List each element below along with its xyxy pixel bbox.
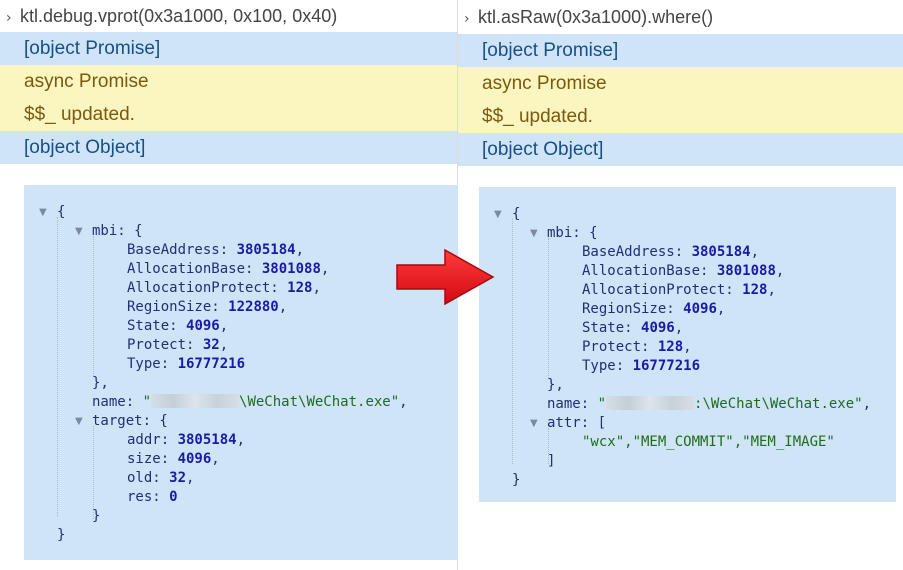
command-line[interactable]: › ktl.asRaw(0x3a1000).where(): [458, 0, 903, 34]
redacted-path: [606, 396, 695, 410]
attr-key[interactable]: attr: [: [547, 414, 606, 433]
output-line-updated: $$_ updated.: [0, 98, 457, 131]
red-right-arrow-icon: [396, 248, 495, 306]
brace-open: {: [57, 204, 66, 220]
brace-close: }: [57, 527, 66, 543]
command-text: ktl.asRaw(0x3a1000).where(): [478, 7, 714, 27]
prop-allocationbase: AllocationBase: 3801088,: [582, 263, 785, 279]
prop-name: name: " \WeChat\WeChat.exe",: [92, 394, 408, 410]
prop-baseaddress: BaseAddress: 3805184,: [127, 242, 305, 258]
prop-regionsize: RegionSize: 4096,: [582, 301, 726, 317]
prop-type: Type: 16777216: [582, 358, 701, 374]
prop-type: Type: 16777216: [127, 356, 246, 372]
output-line-async: async Promise: [0, 65, 457, 98]
redacted-path: [151, 394, 240, 408]
prop-state: State: 4096,: [582, 320, 684, 336]
prop-allocationbase: AllocationBase: 3801088,: [127, 261, 330, 277]
brace-close: }: [512, 472, 521, 488]
prop-protect: Protect: 32,: [127, 337, 229, 353]
tree-guide: [57, 217, 58, 517]
right-console-panel: › ktl.asRaw(0x3a1000).where() [object Pro…: [458, 0, 903, 520]
prop-baseaddress: BaseAddress: 3805184,: [582, 244, 760, 260]
mbi-key[interactable]: mbi: {: [92, 222, 143, 241]
output-line-promise: [object Promise]: [0, 32, 457, 65]
brace-close: }: [92, 508, 101, 524]
prop-res: res: 0: [127, 489, 178, 505]
prop-old: old: 32,: [127, 470, 195, 486]
output-line-updated: $$_ updated.: [458, 100, 903, 133]
output-line-object: [object Object]: [458, 133, 903, 166]
prop-addr: addr: 3805184,: [127, 432, 246, 448]
chevron-right-icon: ›: [6, 10, 12, 26]
chevron-right-icon: ›: [464, 11, 470, 27]
prop-state: State: 4096,: [127, 318, 229, 334]
prop-protect: Protect: 128,: [582, 339, 692, 355]
tree-guide: [548, 238, 549, 378]
tree-guide: [512, 219, 513, 464]
triangle-down-icon[interactable]: ▼: [494, 205, 502, 224]
attr-values: "wcx","MEM_COMMIT","MEM_IMAGE": [582, 434, 835, 450]
output-line-promise: [object Promise]: [458, 34, 903, 67]
output-line-async: async Promise: [458, 67, 903, 100]
triangle-down-icon[interactable]: ▼: [75, 222, 83, 241]
bracket-close: ]: [547, 453, 556, 469]
prop-regionsize: RegionSize: 122880,: [127, 299, 288, 315]
left-console-panel: › ktl.debug.vprot(0x3a1000, 0x100, 0x40) …: [0, 0, 458, 570]
brace-close: },: [547, 377, 564, 393]
mbi-key[interactable]: mbi: {: [547, 224, 598, 243]
command-line[interactable]: › ktl.debug.vprot(0x3a1000, 0x100, 0x40): [0, 0, 457, 32]
brace-close: },: [92, 375, 109, 391]
triangle-down-icon[interactable]: ▼: [530, 414, 538, 433]
output-line-object: [object Object]: [0, 131, 457, 164]
prop-allocationprotect: AllocationProtect: 128,: [127, 280, 321, 296]
object-inspector: ▼ { ▼ mbi: { BaseAddress: 3805184, Alloc…: [24, 185, 458, 560]
target-key[interactable]: target: {: [92, 412, 168, 431]
object-inspector: ▼ { ▼ mbi: { BaseAddress: 3805184, Alloc…: [479, 187, 896, 502]
prop-size: size: 4096,: [127, 451, 220, 467]
tree-guide: [93, 426, 94, 519]
prop-name: name: ":\WeChat\WeChat.exe",: [547, 396, 872, 412]
command-text: ktl.debug.vprot(0x3a1000, 0x100, 0x40): [20, 6, 338, 26]
triangle-down-icon[interactable]: ▼: [75, 412, 83, 431]
brace-open: {: [512, 206, 521, 222]
prop-allocationprotect: AllocationProtect: 128,: [582, 282, 776, 298]
tree-guide: [93, 236, 94, 376]
triangle-down-icon[interactable]: ▼: [530, 224, 538, 243]
triangle-down-icon[interactable]: ▼: [39, 203, 47, 222]
